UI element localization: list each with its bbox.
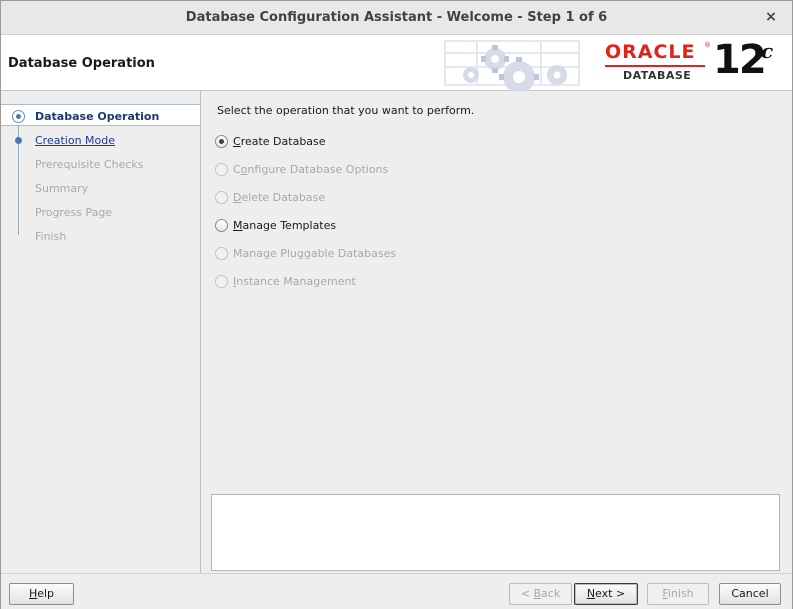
main-content: Select the operation that you want to pe… xyxy=(202,91,792,573)
gears-graphic-icon xyxy=(444,40,580,91)
version-number: 12 xyxy=(713,37,767,83)
title-bar: Database Configuration Assistant - Welco… xyxy=(1,1,792,35)
dbca-window: Database Configuration Assistant - Welco… xyxy=(0,0,793,609)
step-finish: Finish xyxy=(1,225,200,247)
oracle-logo: ORACLE ® DATABASE 12 c xyxy=(605,37,785,87)
cancel-button[interactable]: Cancel xyxy=(719,583,781,605)
oracle-wordmark: ORACLE xyxy=(605,41,696,63)
description-textarea[interactable] xyxy=(211,494,780,571)
step-label: Progress Page xyxy=(35,206,113,219)
version-suffix: c xyxy=(761,39,774,63)
option-label: Delete Database xyxy=(233,191,326,204)
step-label: Prerequisite Checks xyxy=(35,158,144,171)
option-label: Instance Management xyxy=(233,275,356,288)
logo-divider xyxy=(605,65,705,67)
step-database-operation[interactable]: Database Operation xyxy=(1,104,200,126)
page-title: Database Operation xyxy=(8,56,155,71)
option-delete-database: Delete Database xyxy=(215,189,515,207)
radio-button[interactable] xyxy=(215,219,228,232)
radio-button[interactable] xyxy=(215,135,228,148)
option-configure-database-options: Configure Database Options xyxy=(215,161,515,179)
radio-button xyxy=(215,163,228,176)
radio-button xyxy=(215,247,228,260)
step-pending-icon xyxy=(15,137,22,144)
button-bar: Help < Back Next > Finish Cancel xyxy=(1,573,792,609)
close-icon[interactable]: × xyxy=(764,9,778,25)
option-manage-pluggable-databases: Manage Pluggable Databases xyxy=(215,245,515,263)
step-progress-page: Progress Page xyxy=(1,201,200,223)
registered-mark: ® xyxy=(704,41,711,49)
step-prerequisite-checks: Prerequisite Checks xyxy=(1,153,200,175)
next-button[interactable]: Next > xyxy=(574,583,638,605)
step-label: Summary xyxy=(35,182,89,195)
header-banner: Database Operation ORACLE ® DATABASE 12 … xyxy=(1,35,792,91)
database-wordmark: DATABASE xyxy=(623,69,692,82)
step-label: Finish xyxy=(35,230,67,243)
instruction-text: Select the operation that you want to pe… xyxy=(217,104,475,117)
option-label: Manage Templates xyxy=(233,219,337,232)
back-button[interactable]: < Back xyxy=(509,583,572,605)
radio-button xyxy=(215,275,228,288)
step-summary: Summary xyxy=(1,177,200,199)
step-label: Creation Mode xyxy=(35,134,116,147)
step-current-icon xyxy=(12,110,25,123)
window-title: Database Configuration Assistant - Welco… xyxy=(185,10,608,25)
radio-button xyxy=(215,191,228,204)
step-label: Database Operation xyxy=(35,110,160,123)
option-create-database[interactable]: Create Database xyxy=(215,133,515,151)
option-instance-management: Instance Management xyxy=(215,273,515,291)
option-label: Manage Pluggable Databases xyxy=(233,247,397,260)
finish-button[interactable]: Finish xyxy=(647,583,709,605)
step-creation-mode[interactable]: Creation Mode xyxy=(1,129,200,151)
option-label: Create Database xyxy=(233,135,326,148)
help-button[interactable]: Help xyxy=(9,583,74,605)
steps-navigation: Database Operation Creation Mode Prerequ… xyxy=(1,91,201,573)
option-label: Configure Database Options xyxy=(233,163,389,176)
option-manage-templates[interactable]: Manage Templates xyxy=(215,217,515,235)
